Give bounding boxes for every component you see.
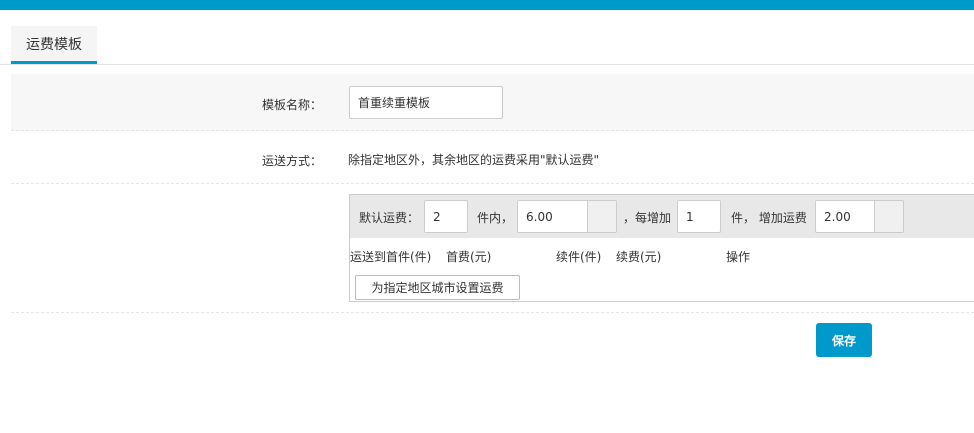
top-accent-bar <box>0 0 974 10</box>
first-qty-input[interactable] <box>424 200 468 233</box>
col-first-qty: 运送到首件(件) <box>350 250 432 264</box>
default-fee-bar: 默认运费： 件内， ，每增加 件， 增加运费 <box>350 195 974 238</box>
shipping-method-label: 运送方式： <box>261 154 322 168</box>
within-text: 件内， <box>477 211 514 225</box>
save-button[interactable]: 保存 <box>816 323 872 357</box>
form-row-fee-settings: 默认运费： 件内， ，每增加 件， 增加运费 运送到首件(件) 首费(元) 续件… <box>11 184 974 313</box>
col-add-qty: 续件(件) <box>556 250 602 264</box>
tab-shipping-template[interactable]: 运费模板 <box>11 26 97 64</box>
add-fee-addon <box>874 200 904 233</box>
set-region-fee-button[interactable]: 为指定地区城市设置运费 <box>355 275 520 300</box>
col-first-fee: 首费(元) <box>446 250 492 264</box>
add-fee-input[interactable] <box>815 200 875 233</box>
fee-panel: 默认运费： 件内， ，每增加 件， 增加运费 运送到首件(件) 首费(元) 续件… <box>349 194 974 302</box>
default-fee-label: 默认运费： <box>359 211 420 225</box>
col-add-fee: 续费(元) <box>616 250 662 264</box>
template-name-label: 模板名称： <box>261 98 322 112</box>
form-row-shipping-method: 运送方式： 除指定地区外，其余地区的运费采用"默认运费" <box>11 131 974 184</box>
tab-bar: 运费模板 <box>0 10 974 65</box>
form-row-template-name: 模板名称： <box>11 74 974 131</box>
each-add-text: ，每增加 <box>623 211 672 225</box>
first-fee-addon <box>587 200 617 233</box>
first-fee-input[interactable] <box>517 200 588 233</box>
col-actions: 操作 <box>726 250 751 264</box>
shipping-method-description: 除指定地区外，其余地区的运费采用"默认运费" <box>348 153 600 167</box>
unit-add-text: 件， 增加运费 <box>731 211 807 225</box>
region-table-header: 运送到首件(件) 首费(元) 续件(件) 续费(元) 操作 <box>350 248 974 264</box>
add-qty-input[interactable] <box>677 200 721 233</box>
template-name-input[interactable] <box>349 86 503 119</box>
